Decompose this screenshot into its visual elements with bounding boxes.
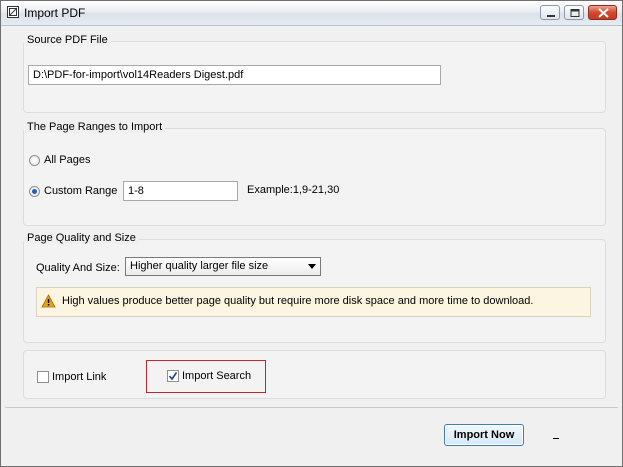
quality-group-title: Page Quality and Size <box>24 232 139 244</box>
footer-divider <box>5 407 618 408</box>
page-ranges-group-title: The Page Ranges to Import <box>24 121 166 133</box>
minimize-icon <box>547 15 555 17</box>
quality-warning-text: High values produce better page quality … <box>62 295 534 307</box>
quality-warning-box: High values produce better page quality … <box>36 287 591 317</box>
all-pages-label[interactable]: All Pages <box>44 154 90 166</box>
import-search-checkbox[interactable] <box>167 370 179 382</box>
range-example-text: Example:1,9-21,30 <box>247 184 340 196</box>
checkmark-icon <box>168 372 178 381</box>
chevron-down-icon[interactable] <box>308 264 316 269</box>
quality-dropdown[interactable]: Higher quality larger file size <box>125 257 321 276</box>
import-link-label[interactable]: Import Link <box>52 371 106 383</box>
import-now-button[interactable]: Import Now <box>444 424 524 446</box>
window-title: Import PDF <box>24 6 86 20</box>
title-bar[interactable]: Import PDF <box>1 1 622 26</box>
import-link-checkbox[interactable] <box>37 371 49 383</box>
import-options-group <box>23 350 606 399</box>
text-cursor <box>553 438 559 439</box>
maximize-icon <box>570 9 580 17</box>
minimize-button[interactable] <box>540 5 560 20</box>
warning-icon <box>41 294 56 308</box>
import-pdf-dialog: Import PDF Source PDF File D:\PDF-for-im… <box>0 0 623 467</box>
window-app-icon <box>7 6 19 18</box>
quality-label: Quality And Size: <box>36 262 120 274</box>
close-icon <box>598 8 609 18</box>
source-path-field[interactable]: D:\PDF-for-import\vol14Readers Digest.pd… <box>28 65 441 85</box>
page-ranges-group <box>23 128 606 226</box>
maximize-button[interactable] <box>564 5 584 20</box>
custom-range-label[interactable]: Custom Range <box>44 185 117 197</box>
import-search-label[interactable]: Import Search <box>182 370 251 382</box>
all-pages-radio[interactable] <box>29 155 40 166</box>
close-button[interactable] <box>588 5 617 20</box>
quality-dropdown-value: Higher quality larger file size <box>130 260 269 272</box>
custom-range-field[interactable]: 1-8 <box>123 181 238 201</box>
custom-range-radio[interactable] <box>29 186 40 197</box>
source-pdf-group-title: Source PDF File <box>24 34 111 46</box>
